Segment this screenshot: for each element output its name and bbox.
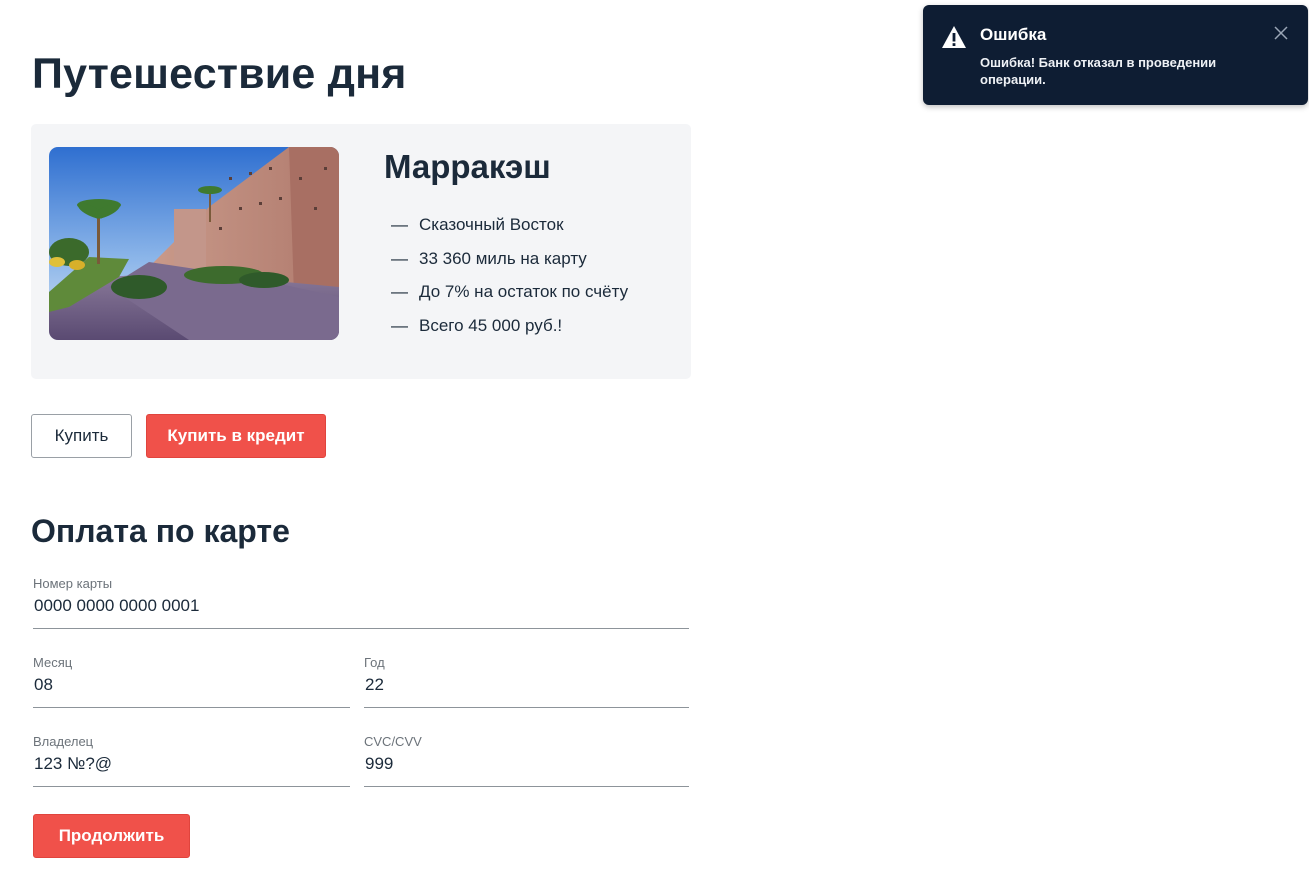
cvc-input[interactable] <box>364 750 689 776</box>
cvc-label: CVC/CVV <box>364 734 422 749</box>
feature-dash: — <box>391 282 408 301</box>
notification-message: Ошибка! Банк отказал в проведении операц… <box>980 55 1217 87</box>
owner-input[interactable] <box>33 750 350 776</box>
feature-text: Сказочный Восток <box>419 215 564 234</box>
feature-item: — 33 360 миль на карту <box>391 246 628 280</box>
feature-item: — До 7% на остаток по счёту <box>391 279 628 313</box>
feature-dash: — <box>391 248 408 268</box>
feature-item: — Всего 45 000 руб.! <box>391 313 628 347</box>
offer-image <box>49 147 339 340</box>
month-field: Месяц <box>33 651 350 708</box>
feature-dash: — <box>391 215 408 234</box>
year-field: Год <box>364 651 689 708</box>
card-number-field: Номер карты <box>33 572 689 629</box>
buy-button[interactable]: Купить <box>31 414 132 458</box>
warning-icon <box>942 26 966 48</box>
close-icon[interactable] <box>1273 25 1289 41</box>
error-notification: Ошибка Ошибка! Банк отказал в проведении… <box>923 5 1308 105</box>
notification-title: Ошибка <box>980 25 1047 44</box>
offer-title: Марракэш <box>384 148 551 185</box>
feature-item: — Сказочный Восток <box>391 212 628 246</box>
month-input[interactable] <box>33 671 350 697</box>
feature-text: Всего 45 000 руб.! <box>419 315 563 335</box>
continue-button[interactable]: Продолжить <box>33 814 190 858</box>
owner-label: Владелец <box>33 734 94 749</box>
offer-card: Марракэш — Сказочный Восток — 33 360 миль … <box>31 124 691 379</box>
month-label: Месяц <box>33 655 73 670</box>
offer-features: — Сказочный Восток —33 360 миль на карту … <box>391 212 628 346</box>
card-number-label: Номер карты <box>33 576 113 591</box>
page: Путешествие дня Марракэш — Сказочный Вос… <box>0 0 1309 869</box>
year-input[interactable] <box>364 671 689 697</box>
feature-text: 33 360 миль на карту <box>419 248 587 268</box>
cvc-field: CVC/CVV <box>364 730 689 787</box>
year-label: Год <box>364 655 385 670</box>
card-number-input[interactable] <box>33 592 689 618</box>
page-title: Путешествие дня <box>32 50 407 98</box>
buy-on-credit-button[interactable]: Купить в кредит <box>146 414 326 458</box>
owner-field: Владелец <box>33 730 350 787</box>
feature-dash: — <box>391 315 408 335</box>
feature-text: До 7% на остаток по счёту <box>419 282 629 301</box>
payment-title: Оплата по карте <box>31 513 290 549</box>
